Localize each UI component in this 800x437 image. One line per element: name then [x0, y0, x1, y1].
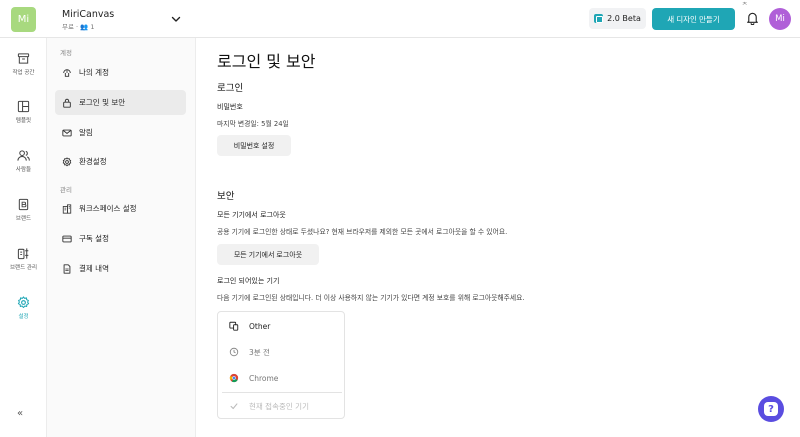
- rail-item-settings[interactable]: 설정: [0, 290, 47, 334]
- device-current-row: 현재 접속중인 기기: [218, 393, 346, 419]
- people-icon: [17, 150, 30, 161]
- help-icon: ?: [764, 402, 778, 416]
- device-name: Other: [249, 321, 271, 331]
- nav-item-workspace-settings[interactable]: 워크스페이스 설정: [55, 196, 186, 221]
- logout-all-label: 모든 기기에서 로그아웃: [217, 211, 286, 219]
- logged-in-devices-label: 로그인 되어있는 기기: [217, 277, 280, 285]
- device-time-row: 3분 전: [218, 339, 346, 365]
- settings-nav: 계정 나의 계정 로그인 및 보안 알림 환경설정 관리 워크스페이스 설정 구…: [47, 38, 196, 437]
- rail-item-templates[interactable]: 템플릿: [0, 94, 47, 138]
- nav-item-my-account[interactable]: 나의 계정: [55, 60, 186, 85]
- page-title: 로그인 및 보안: [217, 52, 316, 71]
- nav-item-label: 결제 내역: [79, 264, 109, 273]
- workspace-name[interactable]: MiriCanvas: [62, 9, 114, 20]
- nav-item-preferences[interactable]: 환경설정: [55, 149, 186, 174]
- mail-icon: [62, 129, 72, 136]
- set-password-button[interactable]: 비밀번호 설정: [217, 135, 291, 156]
- left-rail: 작업 공간 템플릿 사람들 브랜드 브랜드 관리 설정 «: [0, 38, 47, 437]
- security-section-title: 보안: [217, 191, 235, 202]
- nav-item-login-security[interactable]: 로그인 및 보안: [55, 90, 186, 115]
- beta-label: 2.0 Beta: [607, 14, 641, 23]
- rail-item-brand[interactable]: 브랜드: [0, 192, 47, 236]
- receipt-icon: [63, 263, 71, 274]
- app-root: Mi MiriCanvas 무료 · 👥 1 2.0 Beta 새 디자인 만들…: [0, 0, 800, 437]
- bell-icon[interactable]: [746, 11, 759, 25]
- brand-manage-icon: [17, 248, 29, 260]
- device-browser-row: Chrome: [218, 365, 346, 391]
- layout-icon: [17, 100, 30, 113]
- beta-icon: [594, 14, 604, 23]
- brand-icon: [18, 198, 29, 211]
- device-current-label: 현재 접속중인 기기: [249, 401, 309, 411]
- nav-item-label: 환경설정: [79, 157, 107, 166]
- account-icon: [63, 68, 71, 77]
- rail-item-people[interactable]: 사람들: [0, 143, 47, 187]
- nav-group-account: 계정: [60, 49, 72, 57]
- device-browser: Chrome: [249, 373, 279, 383]
- help-button[interactable]: ?: [758, 396, 784, 422]
- nav-item-subscription[interactable]: 구독 설정: [55, 226, 186, 251]
- nav-item-label: 알림: [79, 128, 93, 137]
- devices-icon: [229, 321, 239, 331]
- rail-label: 브랜드 관리: [9, 265, 38, 271]
- new-design-button[interactable]: 새 디자인 만들기: [652, 8, 735, 30]
- device-last-active: 3분 전: [249, 347, 270, 357]
- gear-icon: [17, 296, 30, 309]
- lock-icon: [63, 98, 71, 108]
- logout-all-button[interactable]: 모든 기기에서 로그아웃: [217, 244, 319, 265]
- workspace-icon: [62, 203, 72, 214]
- nav-item-label: 구독 설정: [79, 234, 109, 243]
- user-avatar[interactable]: Mi: [769, 8, 791, 30]
- rail-label: 설정: [18, 314, 29, 320]
- nav-item-label: 로그인 및 보안: [79, 98, 126, 107]
- clock-icon: [229, 347, 239, 357]
- device-name-row: Other: [218, 313, 346, 339]
- rail-label: 템플릿: [15, 118, 32, 124]
- cursor-mark: ᄎ: [742, 2, 748, 9]
- rail-label: 사람들: [15, 167, 32, 173]
- nav-item-notifications[interactable]: 알림: [55, 120, 186, 145]
- workspace-plan: 무료 · 👥 1: [62, 23, 95, 31]
- check-icon: [230, 403, 238, 410]
- top-bar: Mi MiriCanvas 무료 · 👥 1 2.0 Beta 새 디자인 만들…: [0, 0, 800, 38]
- password-last-changed: 마지막 변경일: 5월 24일: [217, 120, 289, 128]
- rail-item-workspace[interactable]: 작업 공간: [0, 46, 47, 90]
- card-icon: [62, 235, 72, 242]
- rail-label: 작업 공간: [12, 70, 35, 76]
- device-card: Other 3분 전 Chrome 현재 접속중인 기기: [217, 311, 345, 419]
- nav-item-billing-history[interactable]: 결제 내역: [55, 256, 186, 281]
- main-content: 로그인 및 보안 로그인 비밀번호 마지막 변경일: 5월 24일 비밀번호 설…: [196, 38, 800, 437]
- password-label: 비밀번호: [217, 103, 243, 111]
- workspace-avatar[interactable]: Mi: [11, 7, 36, 32]
- collapse-sidebar-icon[interactable]: «: [17, 408, 23, 419]
- logout-all-description: 공용 기기에 로그인한 상태로 두셨나요? 현재 브라우저를 제외한 모든 곳에…: [217, 228, 508, 236]
- nav-item-label: 워크스페이스 설정: [79, 204, 137, 213]
- nav-item-label: 나의 계정: [79, 68, 109, 77]
- gear-icon: [62, 156, 72, 166]
- logged-in-devices-description: 다음 기기에 로그인된 상태입니다. 더 이상 사용하지 않는 기기가 있다면 …: [217, 294, 525, 302]
- chrome-icon: [229, 373, 239, 383]
- chevron-down-icon[interactable]: [170, 13, 182, 25]
- login-section-title: 로그인: [217, 83, 244, 94]
- rail-label: 브랜드: [15, 216, 32, 222]
- archive-icon: [17, 53, 30, 64]
- rail-item-brand-manage[interactable]: 브랜드 관리: [0, 241, 47, 285]
- nav-group-admin: 관리: [60, 186, 72, 194]
- beta-button[interactable]: 2.0 Beta: [589, 8, 646, 29]
